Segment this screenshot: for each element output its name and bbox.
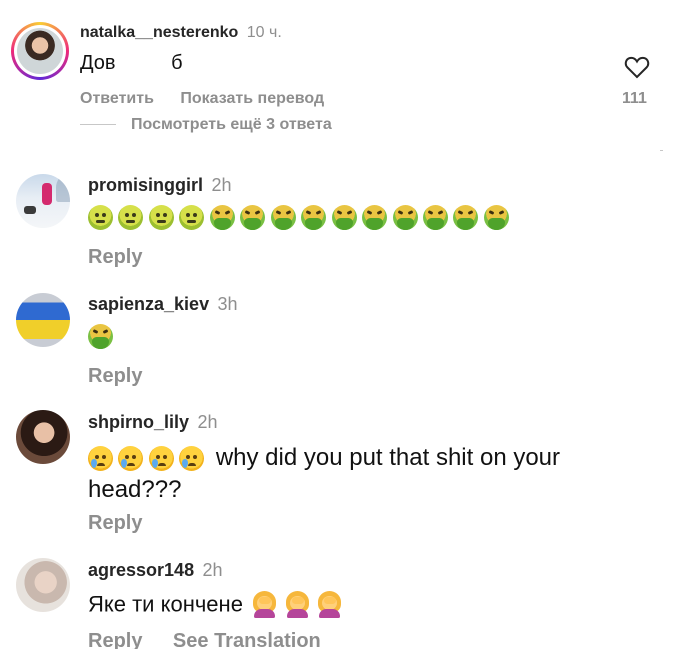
timestamp: 3h [217, 294, 238, 314]
comment-text: Яке ти кончене [88, 591, 344, 618]
username[interactable]: agressor148 [88, 560, 194, 580]
translate-button[interactable]: Показать перевод [180, 90, 324, 107]
username[interactable]: promisinggirl [88, 175, 203, 195]
timestamp: 2h [211, 175, 232, 195]
comment-actions: Reply See Translation [88, 630, 321, 649]
username[interactable]: shpirno_lily [88, 412, 189, 432]
comment-text: why did you put that shit on your [88, 444, 560, 472]
vomiting-face-icon [301, 205, 327, 230]
vomiting-face-icon [422, 205, 448, 230]
vomiting-face-icon [209, 205, 235, 230]
facepalm-woman-icon [284, 591, 311, 618]
vomiting-face-icon [270, 205, 296, 230]
comment-text-line: why did you put that shit on your [215, 444, 561, 471]
comment-header: sapienza_kiev 3h [88, 294, 238, 315]
translate-button[interactable]: See Translation [173, 630, 321, 649]
comment-header: shpirno_lily 2h [88, 412, 218, 433]
facepalm-woman-icon [316, 591, 343, 618]
comment-header: agressor148 2h [88, 560, 223, 581]
reply-button[interactable]: Reply [88, 246, 142, 269]
reply-button[interactable]: Reply [88, 630, 142, 649]
crying-face-icon [148, 445, 174, 471]
vomiting-face-icon [483, 205, 509, 230]
reply-button[interactable]: Reply [88, 512, 142, 535]
crying-face-icon [179, 445, 205, 471]
reply-button[interactable]: Reply [88, 365, 142, 388]
timestamp: 10 ч. [246, 24, 282, 41]
like-count: 111 [622, 90, 647, 107]
divider [660, 150, 663, 151]
vomiting-face-icon [362, 205, 388, 230]
comment-text-line: Яке ти кончене [88, 591, 243, 617]
crying-face-icon [88, 445, 113, 471]
view-replies-button[interactable]: Посмотреть ещё 3 ответа [131, 116, 332, 134]
heart-icon[interactable] [624, 55, 650, 79]
avatar[interactable] [16, 174, 70, 228]
username[interactable]: sapienza_kiev [88, 294, 209, 314]
emoji-row [88, 205, 510, 230]
vomiting-face-icon [331, 205, 357, 230]
avatar[interactable] [11, 22, 69, 80]
vomiting-face-icon [88, 324, 113, 349]
reply-button[interactable]: Ответить [80, 90, 154, 107]
sick-face-icon [179, 205, 205, 230]
sick-face-icon [118, 205, 144, 230]
timestamp: 2h [202, 560, 223, 580]
vomiting-face-icon [453, 205, 479, 230]
comment-text-line: head??? [88, 476, 182, 503]
username[interactable]: natalka__nesterenko [80, 24, 238, 41]
avatar[interactable] [16, 410, 70, 464]
comment-header: promisinggirl 2h [88, 175, 232, 196]
comment-actions: Ответить Показать перевод [80, 90, 324, 108]
sick-face-icon [148, 205, 174, 230]
facepalm-woman-icon [251, 591, 278, 618]
vomiting-face-icon [392, 205, 418, 230]
comment-text: Дов б [80, 52, 183, 74]
divider [80, 124, 116, 125]
avatar[interactable] [16, 293, 70, 347]
crying-face-icon [118, 445, 144, 471]
timestamp: 2h [197, 412, 218, 432]
avatar[interactable] [16, 558, 70, 612]
vomiting-face-icon [240, 205, 266, 230]
comment-header: natalka__nesterenko 10 ч. [80, 24, 282, 42]
sick-face-icon [88, 205, 113, 230]
emoji-row [88, 324, 114, 349]
